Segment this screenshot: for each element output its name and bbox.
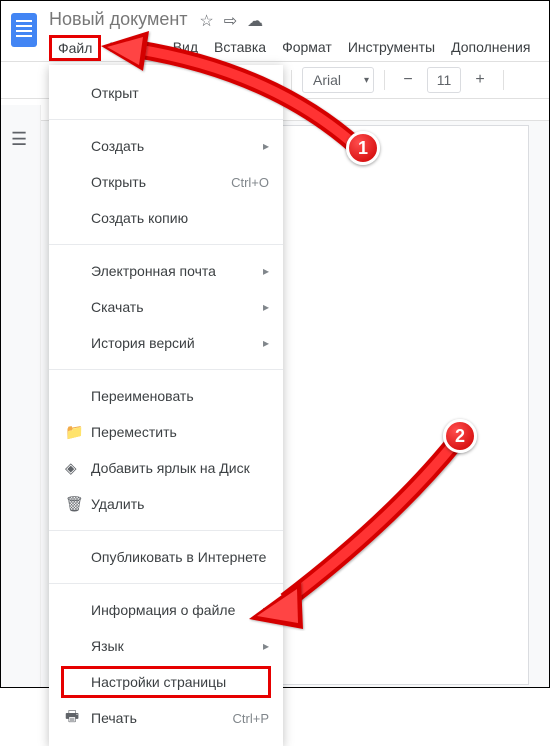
menu-item-page-setup[interactable]: Настройки страницы (49, 664, 283, 700)
menu-item-open[interactable]: ОткрытьCtrl+O (49, 164, 283, 200)
annotation-badge-2: 2 (443, 419, 477, 453)
chevron-right-icon: ▸ (263, 139, 269, 153)
menu-item-publish[interactable]: Опубликовать в Интернете (49, 539, 283, 575)
menu-item-email[interactable]: Электронная почта▸ (49, 253, 283, 289)
menu-edit[interactable]: Правка (101, 35, 164, 61)
chevron-right-icon: ▸ (263, 264, 269, 278)
menu-item-delete[interactable]: 🗑Удалить (49, 486, 283, 522)
shortcut-label: Ctrl+O (231, 175, 269, 190)
file-menu-dropdown: Открыт Создать▸ ОткрытьCtrl+O Создать ко… (49, 65, 283, 746)
menu-bar: Файл Правка Вид Вставка Формат Инструмен… (49, 35, 539, 61)
chevron-right-icon: ▸ (263, 300, 269, 314)
menu-addons[interactable]: Дополнения (443, 35, 538, 61)
menu-item-version-history[interactable]: История версий▸ (49, 325, 283, 361)
menu-format[interactable]: Формат (274, 35, 340, 61)
menu-item-make-copy[interactable]: Создать копию (49, 200, 283, 236)
document-title[interactable]: Новый документ (49, 9, 188, 30)
font-family-select[interactable]: Arial (302, 67, 374, 93)
menu-item-create[interactable]: Создать▸ (49, 128, 283, 164)
menu-item-print[interactable]: 🖶ПечатьCtrl+P (49, 700, 283, 736)
menu-view[interactable]: Вид (165, 35, 206, 61)
menu-insert[interactable]: Вставка (206, 35, 274, 61)
menu-file[interactable]: Файл (49, 35, 101, 61)
font-size-input[interactable]: 11 (427, 67, 461, 93)
menu-item-move[interactable]: 📁Переместить (49, 414, 283, 450)
menu-item-document-details[interactable]: Информация о файле▸ (49, 592, 283, 628)
cloud-icon[interactable]: ☁ (247, 11, 263, 31)
trash-icon: 🗑 (65, 495, 91, 513)
menu-item-language[interactable]: Язык▸ (49, 628, 283, 664)
chevron-right-icon: ▸ (263, 603, 269, 617)
shortcut-label: Ctrl+P (233, 711, 269, 726)
move-icon[interactable]: ⇨ (224, 11, 237, 31)
menu-item-rename[interactable]: Переименовать (49, 378, 283, 414)
star-icon[interactable]: ☆ (199, 11, 213, 31)
menu-item-add-shortcut-drive[interactable]: ◈Добавить ярлык на Диск (49, 450, 283, 486)
outline-icon[interactable]: ☰ (11, 129, 30, 150)
folder-move-icon: 📁 (65, 423, 91, 441)
menu-item-download[interactable]: Скачать▸ (49, 289, 283, 325)
annotation-badge-1: 1 (346, 131, 380, 165)
menu-tools[interactable]: Инструменты (340, 35, 443, 61)
print-icon: 🖶 (65, 706, 91, 731)
menu-item-open-truncated[interactable]: Открыт (49, 75, 283, 111)
font-size-decrease[interactable]: − (395, 67, 421, 93)
chevron-right-icon: ▸ (263, 639, 269, 653)
font-size-increase[interactable]: + (467, 67, 493, 93)
docs-logo[interactable] (11, 13, 37, 47)
chevron-right-icon: ▸ (263, 336, 269, 350)
drive-icon: ◈ (65, 459, 91, 477)
